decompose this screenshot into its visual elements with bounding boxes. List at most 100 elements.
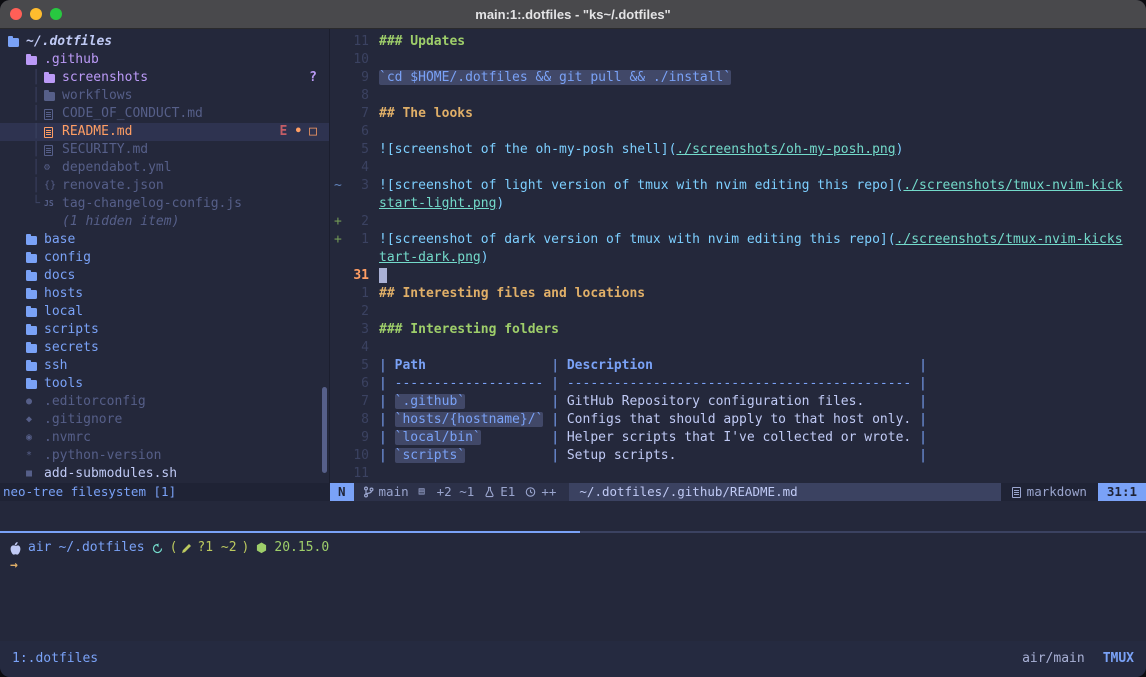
tree-item-code-of-conduct-md[interactable]: │CODE_OF_CONDUCT.md [0,105,329,123]
file-icon [44,109,62,120]
tree-item-workflows[interactable]: │workflows [0,87,329,105]
tree-item-label: secrets [44,339,99,357]
editor-line[interactable]: + 1![screenshot of dark version of tmux … [330,231,1146,249]
gutter-sign [330,123,345,141]
line-number: 10 [345,447,369,465]
editor-line[interactable]: 4 [330,159,1146,177]
tree-item-ssh[interactable]: ssh [0,357,329,375]
editor-line[interactable]: 10 [330,51,1146,69]
close-button[interactable] [10,8,22,20]
editor-line[interactable]: 8 [330,87,1146,105]
cursor-position: 31:1 [1098,483,1146,501]
editor-line[interactable]: 8| `hosts/{hostname}/` | Configs that sh… [330,411,1146,429]
tree-item-tools[interactable]: tools [0,375,329,393]
folder-icon [26,272,44,281]
tree-item-base[interactable]: base [0,231,329,249]
tree-item-github[interactable]: .github [0,51,329,69]
gutter-sign [330,87,345,105]
line-number: 4 [345,159,369,177]
tree-item-config[interactable]: config [0,249,329,267]
editor-line[interactable]: 1## Interesting files and locations [330,285,1146,303]
editor-line[interactable]: + 2 [330,213,1146,231]
minimize-button[interactable] [30,8,42,20]
line-number: 10 [345,51,369,69]
line-number: 2 [345,213,369,231]
tree-item-badges: E•□ [280,123,329,141]
line-number: 2 [345,303,369,321]
tree-item-tag-changelog-config-js[interactable]: └JStag-changelog-config.js [0,195,329,213]
shell-pane[interactable]: air ~/.dotfiles (?1 ~2) 20.15.0 → [0,533,1146,575]
braces-icon: {} [44,177,62,195]
asterisk-icon: * [26,447,44,465]
tmux-badge: TMUX [1103,650,1134,668]
line-text: | `local/bin` | Helper scripts that I've… [379,429,1146,447]
editor-line[interactable]: 9| `local/bin` | Helper scripts that I'v… [330,429,1146,447]
node-icon [256,542,267,554]
editor-line[interactable]: 31 [330,267,1146,285]
editor-line[interactable]: 10| `scripts` | Setup scripts. | [330,447,1146,465]
tree-item-python-version[interactable]: *.python-version [0,447,329,465]
tree-item-gitignore[interactable]: ◆.gitignore [0,411,329,429]
gutter-sign [330,303,345,321]
tree-item-label: hosts [44,285,83,303]
pencil-icon [182,543,192,553]
tree-item-editorconfig[interactable]: ●.editorconfig [0,393,329,411]
zoom-button[interactable] [50,8,62,20]
gear-icon: ⚙ [44,159,62,177]
tree-item-nvmrc[interactable]: ◉.nvmrc [0,429,329,447]
editor-line[interactable]: 11 [330,465,1146,483]
git-refresh-icon [152,543,163,554]
tree-item-1-hidden-item[interactable]: (1 hidden item) [0,213,329,231]
editor-line[interactable]: 5| Path | Description | [330,357,1146,375]
editor-line[interactable]: 4 [330,339,1146,357]
editor-line[interactable]: 11### Updates [330,33,1146,51]
tree-item-docs[interactable]: docs [0,267,329,285]
tree-item-badges: ? [309,69,329,87]
window-title: main:1:.dotfiles - "ks~/.dotfiles" [0,7,1146,22]
tree-item-security-md[interactable]: │SECURITY.md [0,141,329,159]
line-text: ![screenshot of dark version of tmux wit… [379,231,1146,249]
editor-line[interactable]: ~ 3![screenshot of light version of tmux… [330,177,1146,195]
tree-item-local[interactable]: local [0,303,329,321]
line-text: | `.github` | GitHub Repository configur… [379,393,1146,411]
editor-line[interactable]: tart-dark.png) [330,249,1146,267]
gutter-sign [330,339,345,357]
line-number [345,249,369,267]
tree-item-renovate-json[interactable]: │{}renovate.json [0,177,329,195]
editor-line[interactable]: 2 [330,303,1146,321]
tree-item-label: scripts [44,321,99,339]
folder-icon [26,236,44,245]
tree-item-dotfiles[interactable]: ~/.dotfiles [0,33,329,51]
editor-line[interactable]: 7## The looks [330,105,1146,123]
editor-line[interactable]: 9`cd $HOME/.dotfiles && git pull && ./in… [330,69,1146,87]
line-number: 8 [345,87,369,105]
line-number: 3 [345,321,369,339]
line-text: | `hosts/{hostname}/` | Configs that sho… [379,411,1146,429]
tree-item-screenshots[interactable]: │screenshots? [0,69,329,87]
editor-line[interactable]: 6 | ------------------- | ---------------… [330,375,1146,393]
line-text: ![screenshot of the oh-my-posh shell](./… [379,141,1146,159]
file-icon [44,127,62,138]
line-text [379,51,1146,69]
editor-line[interactable]: 7| `.github` | GitHub Repository configu… [330,393,1146,411]
tree-item-hosts[interactable]: hosts [0,285,329,303]
tmux-window-item[interactable]: 1:.dotfiles [12,650,98,668]
tree-item-secrets[interactable]: secrets [0,339,329,357]
editor-line[interactable]: 3### Interesting folders [330,321,1146,339]
tree-item-add-submodules-sh[interactable]: ■add-submodules.sh [0,465,329,483]
diagnostics-segment: E1 [484,483,515,501]
line-text: start-light.png) [379,195,1146,213]
line-text [379,123,1146,141]
editor-line[interactable]: 5![screenshot of the oh-my-posh shell](.… [330,141,1146,159]
titlebar: main:1:.dotfiles - "ks~/.dotfiles" [0,0,1146,29]
tree-item-dependabot-yml[interactable]: │⚙dependabot.yml [0,159,329,177]
editor-lines: 11### Updates 10 9`cd $HOME/.dotfiles &&… [330,29,1146,483]
editor-line[interactable]: start-light.png) [330,195,1146,213]
line-text: | ------------------- | ----------------… [379,375,1146,393]
tree-item-readme-md[interactable]: │README.mdE•□ [0,123,329,141]
line-number: 11 [345,33,369,51]
gutter-sign [330,33,345,51]
line-number: 6 [345,375,369,393]
editor-line[interactable]: 6 [330,123,1146,141]
tree-item-scripts[interactable]: scripts [0,321,329,339]
